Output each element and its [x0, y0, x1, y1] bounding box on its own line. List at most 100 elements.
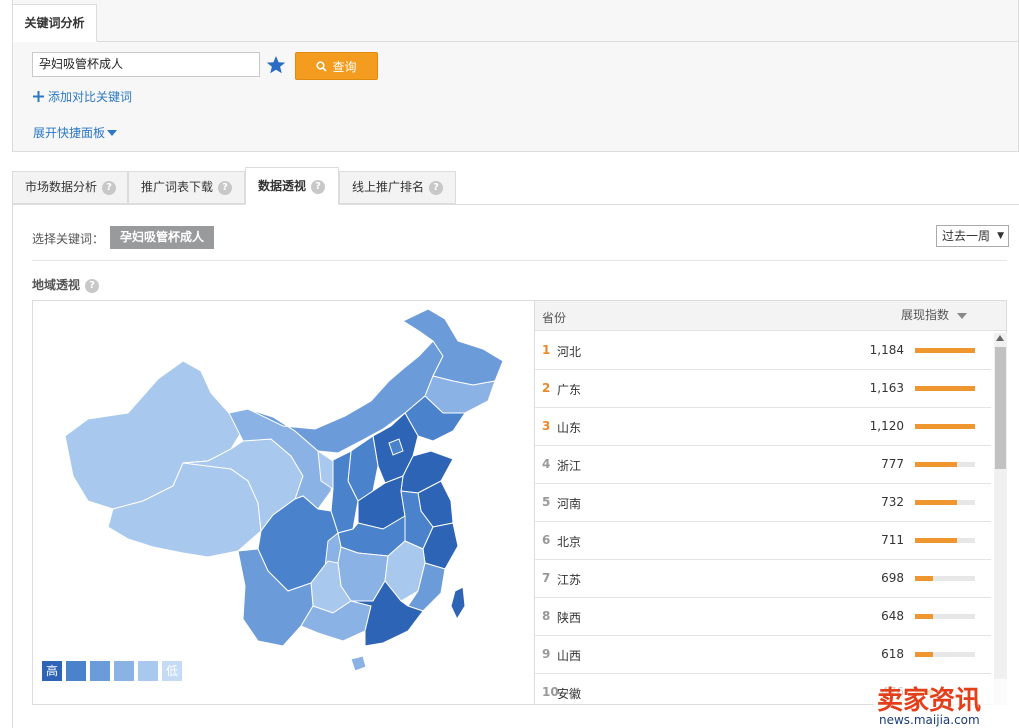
tab-word-download[interactable]: 推广词表下载?	[128, 171, 245, 204]
scroll-up-icon[interactable]	[996, 335, 1004, 341]
province-name: 江苏	[557, 573, 582, 587]
index-value: 648	[881, 609, 904, 623]
query-button[interactable]: 查询	[295, 52, 378, 80]
table-row[interactable]: 2 广东 1,163	[535, 370, 991, 408]
period-value: 过去一周	[942, 229, 991, 243]
col-index-label: 展现指数	[901, 308, 950, 322]
search-icon	[316, 60, 328, 72]
province-name: 安徽	[557, 687, 582, 701]
rank: 7	[542, 571, 551, 585]
index-value: 732	[881, 495, 904, 509]
dropdown-arrow-icon: ▼	[997, 231, 1004, 241]
region-title-text: 地域透视	[32, 278, 81, 292]
index-bar-fill	[915, 424, 975, 429]
index-bar	[915, 348, 975, 353]
col-province: 省份	[542, 311, 567, 325]
index-value: 1,163	[869, 381, 904, 395]
help-icon[interactable]: ?	[218, 180, 233, 195]
table-row[interactable]: 9 山西 618	[535, 636, 991, 674]
legend-swatch	[138, 661, 158, 681]
legend-swatch	[90, 661, 110, 681]
rank: 3	[542, 419, 551, 433]
tab-label: 线上推广排名	[352, 180, 425, 194]
tab-online-ranking[interactable]: 线上推广排名?	[339, 171, 456, 204]
table-row[interactable]: 1 河北 1,184	[535, 332, 991, 370]
col-index-sort[interactable]: 展现指数	[901, 306, 968, 323]
province-name: 河北	[557, 345, 582, 359]
tab-label: 市场数据分析	[25, 180, 98, 194]
index-bar-fill	[915, 462, 957, 467]
province-name: 陕西	[557, 611, 582, 625]
province-table: 省份 展现指数 1 河北 1,184 2 广东 1,163 3 山东 1,120 4 浙江 777 5 河…	[534, 300, 1007, 705]
help-icon[interactable]: ?	[102, 180, 117, 195]
table-row[interactable]: 5 河南 732	[535, 484, 991, 522]
table-scrollbar[interactable]	[994, 333, 1007, 705]
index-bar-fill	[915, 538, 957, 543]
scroll-thumb[interactable]	[995, 347, 1006, 469]
favorite-star-icon[interactable]	[266, 55, 286, 75]
add-compare-link[interactable]: 添加对比关键词	[33, 88, 132, 105]
index-bar	[915, 386, 975, 391]
index-value: 1,184	[869, 343, 904, 357]
period-select[interactable]: 过去一周 ▼	[936, 225, 1009, 247]
index-bar-fill	[915, 348, 975, 353]
index-bar-fill	[915, 576, 933, 581]
rank: 1	[542, 343, 551, 357]
expand-panel-link[interactable]: 展开快捷面板	[33, 124, 118, 141]
query-label: 查询	[332, 59, 357, 74]
index-bar	[915, 462, 975, 467]
rank: 4	[542, 457, 551, 471]
index-value: 711	[881, 533, 904, 547]
index-bar-fill	[915, 500, 957, 505]
china-map[interactable]	[33, 301, 536, 706]
sub-tabs: 市场数据分析? 推广词表下载? 数据透视? 线上推广排名?	[12, 167, 1019, 205]
map-legend: 高 低	[42, 661, 182, 681]
sort-desc-icon	[957, 312, 968, 319]
legend-swatch	[114, 661, 134, 681]
help-icon[interactable]: ?	[85, 278, 100, 293]
help-icon[interactable]: ?	[429, 180, 444, 195]
table-row[interactable]: 4 浙江 777	[535, 446, 991, 484]
tab-label: 推广词表下载	[141, 180, 214, 194]
rank: 5	[542, 495, 551, 509]
table-header: 省份 展现指数	[535, 301, 1006, 331]
rank: 9	[542, 647, 551, 661]
index-bar	[915, 500, 975, 505]
tab-data-pivot[interactable]: 数据透视?	[245, 167, 339, 205]
index-bar	[915, 652, 975, 657]
table-row[interactable]: 6 北京 711	[535, 522, 991, 560]
tab-keyword-analysis[interactable]: 关键词分析	[12, 4, 97, 42]
rank: 6	[542, 533, 551, 547]
rank: 8	[542, 609, 551, 623]
table-row[interactable]: 8 陕西 648	[535, 598, 991, 636]
legend-swatch	[66, 661, 86, 681]
province-name: 山东	[557, 421, 582, 435]
index-value: 698	[881, 571, 904, 585]
svg-text:news.maijia.com: news.maijia.com	[879, 713, 980, 727]
table-row[interactable]: 3 山东 1,120	[535, 408, 991, 446]
tab-label: 数据透视	[258, 179, 307, 193]
legend-high: 高	[42, 661, 62, 681]
table-row[interactable]: 7 江苏 698	[535, 560, 991, 598]
select-keyword-label: 选择关键词：	[32, 232, 105, 246]
svg-text:卖家资讯: 卖家资讯	[877, 685, 981, 716]
province-name: 浙江	[557, 459, 582, 473]
index-bar	[915, 538, 975, 543]
index-bar-fill	[915, 614, 933, 619]
region-title: 地域透视?	[32, 276, 100, 293]
china-map-panel	[32, 300, 535, 705]
caret-down-icon	[107, 129, 118, 136]
tab-market-analysis[interactable]: 市场数据分析?	[12, 171, 128, 204]
plus-icon	[33, 91, 44, 102]
help-icon[interactable]: ?	[311, 179, 326, 194]
expand-panel-label: 展开快捷面板	[33, 126, 106, 140]
keyword-chip[interactable]: 孕妇吸管杯成人	[110, 226, 214, 249]
index-bar	[915, 424, 975, 429]
province-name: 广东	[557, 383, 582, 397]
watermark-logo: 卖家资讯 news.maijia.com	[873, 679, 1019, 728]
index-value: 1,120	[869, 419, 904, 433]
index-value: 777	[881, 457, 904, 471]
index-bar	[915, 614, 975, 619]
index-bar	[915, 576, 975, 581]
keyword-input[interactable]: 孕妇吸管杯成人	[32, 52, 260, 77]
